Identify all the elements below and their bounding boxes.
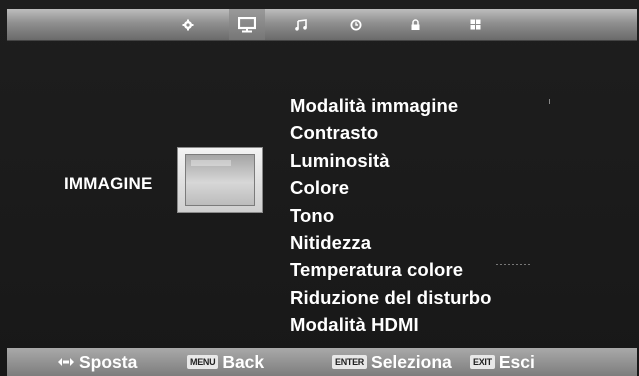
menu-item-brightness[interactable]: Luminosità bbox=[290, 147, 492, 174]
divider bbox=[549, 99, 550, 104]
divider bbox=[496, 264, 530, 265]
category-label: IMMAGINE bbox=[64, 174, 153, 193]
tab-settings[interactable] bbox=[170, 9, 206, 40]
hint-select[interactable]: ENTER Seleziona bbox=[332, 348, 452, 376]
tab-time[interactable] bbox=[338, 9, 374, 40]
clock-icon bbox=[350, 19, 362, 30]
tab-setup[interactable] bbox=[457, 9, 493, 40]
menu-item-color[interactable]: Colore bbox=[290, 174, 492, 201]
menu-item-hdmi-mode[interactable]: Modalità HDMI bbox=[290, 311, 492, 338]
menu-item-color-temperature[interactable]: Temperatura colore bbox=[290, 256, 492, 283]
move-arrows-icon bbox=[58, 358, 74, 366]
menu-item-noise-reduction[interactable]: Riduzione del disturbo bbox=[290, 284, 492, 311]
exit-label: Esci bbox=[498, 351, 535, 372]
lock-icon bbox=[411, 18, 419, 30]
menu-item-contrast[interactable]: Contrasto bbox=[290, 119, 492, 146]
tab-picture[interactable] bbox=[229, 9, 265, 40]
back-label: Back bbox=[222, 351, 265, 372]
hint-exit[interactable]: EXIT Esci bbox=[470, 348, 535, 376]
monitor-icon bbox=[238, 16, 256, 32]
top-tab-bar bbox=[7, 9, 637, 41]
hint-move: Sposta bbox=[57, 348, 137, 376]
tv-screen-icon bbox=[177, 147, 263, 213]
enter-key-icon: ENTER bbox=[332, 355, 368, 369]
picture-menu-list: Modalità immagine Contrasto Luminosità C… bbox=[290, 92, 492, 339]
menu-item-tint[interactable]: Tono bbox=[290, 202, 492, 229]
grid-icon bbox=[470, 19, 480, 30]
menu-key-icon: MENU bbox=[187, 355, 219, 369]
menu-item-sharpness[interactable]: Nitidezza bbox=[290, 229, 492, 256]
tab-sound[interactable] bbox=[283, 9, 319, 40]
gear-icon bbox=[182, 19, 194, 30]
music-note-icon bbox=[295, 18, 307, 31]
exit-key-icon: EXIT bbox=[470, 355, 495, 369]
select-label: Seleziona bbox=[371, 351, 452, 372]
move-label: Sposta bbox=[79, 351, 138, 372]
menu-item-picture-mode[interactable]: Modalità immagine bbox=[290, 92, 492, 119]
help-bar: Sposta MENU Back ENTER Seleziona EXIT Es… bbox=[7, 348, 637, 376]
hint-back[interactable]: MENU Back bbox=[187, 348, 264, 376]
tv-menu-screen: IMMAGINE Modalità immagine Contrasto Lum… bbox=[0, 0, 639, 376]
tab-lock[interactable] bbox=[397, 9, 433, 40]
